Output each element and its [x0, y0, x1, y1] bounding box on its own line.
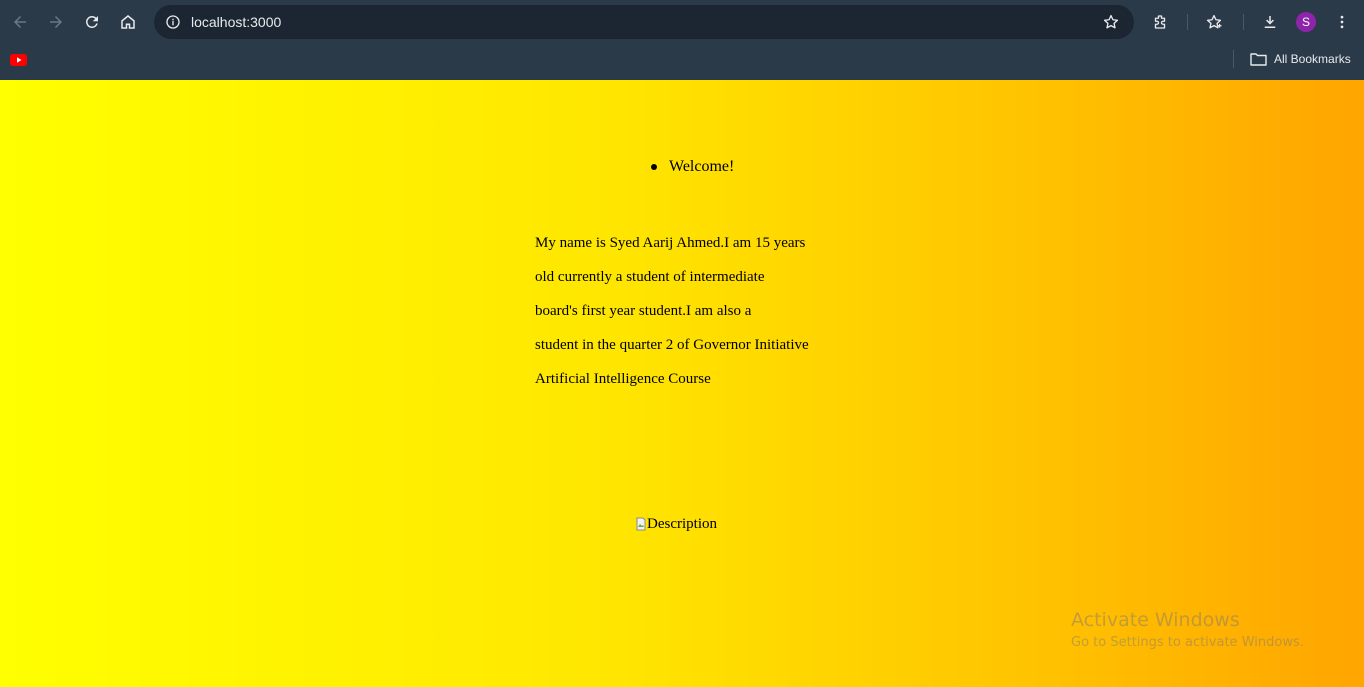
all-bookmarks-button[interactable]: All Bookmarks	[1250, 50, 1351, 68]
intro-line: board's first year student.I am also a	[535, 303, 752, 319]
list-item: Welcome!	[651, 157, 734, 177]
menu-icon	[1340, 15, 1344, 29]
site-info-icon	[166, 15, 180, 29]
home-icon	[121, 15, 135, 29]
site-info-button[interactable]	[162, 11, 184, 33]
forward-icon	[50, 16, 62, 28]
reload-button[interactable]	[78, 8, 106, 36]
download-button[interactable]	[1256, 8, 1284, 36]
watermark-title: Activate Windows	[1071, 609, 1240, 631]
bookmarks-bar	[0, 44, 1364, 80]
menu-button[interactable]	[1328, 8, 1356, 36]
profile-avatar[interactable]: S	[1296, 12, 1316, 32]
download-icon	[1264, 16, 1276, 28]
welcome-text: Welcome!	[669, 158, 735, 175]
intro-line: Artificial Intelligence Course	[535, 371, 711, 387]
url-text[interactable]: localhost:3000	[191, 5, 281, 39]
intro-line: My name is Syed Aarij Ahmed.I am 15 year…	[535, 235, 806, 251]
broken-image-icon	[636, 517, 646, 531]
youtube-icon[interactable]	[10, 54, 27, 66]
browser-toolbar: localhost:3000 S	[0, 0, 1364, 44]
welcome-list: Welcome!	[651, 157, 734, 177]
home-button[interactable]	[114, 8, 142, 36]
watermark-subtitle: Go to Settings to activate Windows.	[1071, 635, 1304, 650]
address-bar[interactable]: localhost:3000	[154, 5, 1134, 39]
bookmark-star-icon[interactable]	[1102, 13, 1120, 31]
toolbar-divider	[1187, 14, 1188, 30]
forward-button[interactable]	[42, 8, 70, 36]
toolbar-divider	[1243, 14, 1244, 30]
intro-line: old currently a student of intermediate	[535, 269, 765, 285]
all-bookmarks-label: All Bookmarks	[1274, 52, 1351, 66]
folder-icon	[1250, 53, 1267, 66]
intro-line: student in the quarter 2 of Governor Ini…	[535, 337, 809, 353]
activate-windows-watermark: Activate Windows Go to Settings to activ…	[1071, 608, 1304, 654]
page-viewport: Welcome! My name is Syed Aarij Ahmed.I a…	[0, 80, 1364, 687]
reload-icon	[85, 15, 98, 28]
image-alt-text: Description	[647, 515, 717, 532]
favorites-button[interactable]	[1200, 8, 1228, 36]
back-button[interactable]	[6, 8, 34, 36]
broken-image: Description	[636, 514, 717, 534]
intro-paragraph: My name is Syed Aarij Ahmed.I am 15 year…	[535, 226, 835, 396]
back-icon	[14, 16, 26, 28]
favorites-icon	[1206, 14, 1222, 29]
extensions-button[interactable]	[1146, 8, 1174, 36]
bullet-icon	[651, 164, 657, 170]
extensions-icon	[1154, 15, 1166, 29]
bookmarks-divider	[1233, 50, 1234, 68]
